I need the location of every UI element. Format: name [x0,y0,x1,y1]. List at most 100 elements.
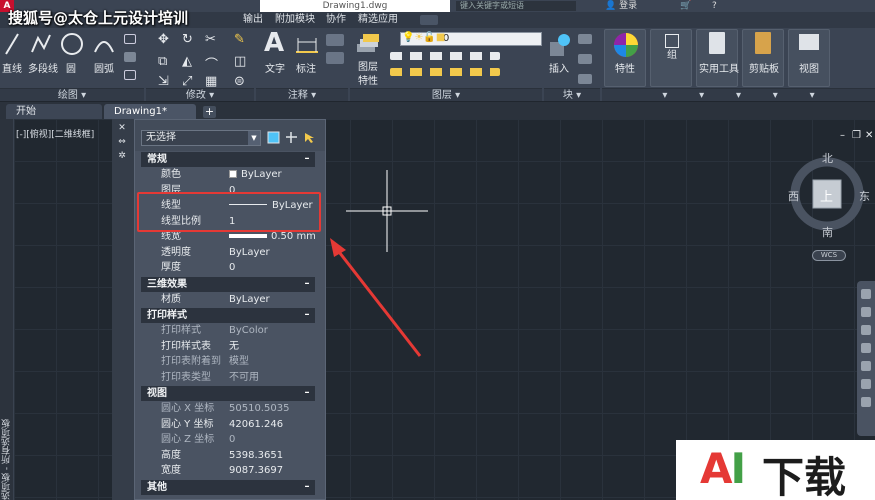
layer-properties-icon[interactable] [355,32,381,56]
section-header[interactable]: 其他 – [141,479,315,495]
toggle-pickadd-icon[interactable] [267,131,280,144]
property-row[interactable]: 打印样式 ByColor [141,323,315,339]
collapse-icon[interactable]: – [299,277,315,292]
mirror-icon[interactable]: ◭ [182,54,192,69]
insert-block-icon[interactable] [548,32,572,58]
steering-wheel-icon[interactable] [861,289,871,299]
panel-annotation-title[interactable]: 注释 ▾ [256,88,348,101]
property-row[interactable]: 高度 5398.3651 [141,448,315,464]
explode-icon[interactable]: ◫ [234,54,246,69]
compass-east[interactable]: 东 [859,188,870,204]
tab-collaborate[interactable]: 协作 [326,14,346,26]
layer-tools-icon[interactable] [390,52,500,60]
group-button[interactable]: 组 [650,29,692,87]
property-value[interactable]: 9087.3697 [229,463,315,479]
copy-icon[interactable]: ⧉ [158,54,167,69]
section-header[interactable]: 三维效果 – [141,276,315,292]
tool-palette-strip[interactable]: 工具选项板 - 所有选项板 [0,119,14,500]
property-value[interactable]: 50510.5035 [229,401,315,417]
panel-block-title[interactable]: 块 ▾ [544,88,600,101]
showmotion-icon[interactable] [861,361,871,371]
scale-icon[interactable]: ⤢ [182,74,192,89]
navigation-bar[interactable] [857,281,875,436]
collapse-icon[interactable]: – [299,386,315,401]
utilities-button[interactable]: 实用工具 [696,29,739,87]
palette-close-icon[interactable]: ✕ [116,123,128,134]
property-row[interactable]: 透明度 ByLayer [141,245,315,261]
property-row[interactable]: 圆心 Z 坐标 0 [141,432,315,448]
viewport-controls-label[interactable]: [-][俯视][二维线框] [16,127,94,140]
property-row[interactable]: 厚度 0 [141,260,315,276]
erase-icon[interactable]: ✎ [234,32,245,47]
section-header[interactable]: 打印样式 – [141,308,315,323]
property-value[interactable]: 0 [229,432,315,448]
ribbon-toggle-button[interactable] [420,15,438,25]
offset-icon[interactable]: ⊜ [234,74,245,89]
property-value[interactable]: ByLayer [229,245,315,261]
search-input[interactable]: 键入关键字或短语 [456,1,576,11]
collapse-icon[interactable]: – [299,152,315,167]
properties-button[interactable]: 特性 [604,29,646,87]
viewport-minimize-button[interactable]: – [840,130,845,141]
circle-label[interactable]: 圆 [66,60,76,75]
tab-start[interactable]: 开始 [6,104,102,119]
arc-label[interactable]: 圆弧 [94,60,114,75]
tab-output[interactable]: 输出 [243,14,263,26]
view-button[interactable]: 视图 [788,29,830,87]
dimension-label[interactable]: 标注 [296,60,316,75]
property-row[interactable]: 打印表附着到 模型 [141,354,315,370]
palette-autohide-icon[interactable]: ⇔ [116,137,128,148]
viewcube-top-face[interactable]: 上 [820,186,833,205]
polyline-icon[interactable] [30,32,52,56]
compass-north[interactable]: 北 [822,150,833,166]
nav-extra-icon[interactable] [861,379,871,389]
leader-icon[interactable] [326,52,344,64]
arc-icon[interactable] [92,32,116,56]
wcs-menu-button[interactable]: WCS [812,250,846,261]
property-row[interactable]: 圆心 Y 坐标 42061.246 [141,417,315,433]
fillet-icon[interactable]: ⌒ [205,54,218,73]
polyline-label[interactable]: 多段线 [28,60,58,75]
text-icon[interactable]: A [264,28,284,58]
edit-block-icon[interactable] [578,54,592,64]
array-icon[interactable]: ▦ [205,74,217,89]
section-header[interactable]: 视图 – [141,386,315,401]
zoom-icon[interactable] [861,325,871,335]
stretch-icon[interactable]: ⇲ [158,74,169,89]
property-row[interactable]: 打印样式表 无 [141,339,315,355]
property-value[interactable]: 模型 [229,354,315,370]
chevron-down-icon[interactable]: ▼ [248,131,260,145]
property-row[interactable]: 圆心 X 坐标 50510.5035 [141,401,315,417]
clipboard-button[interactable]: 剪贴板 [742,29,784,87]
orbit-icon[interactable] [861,343,871,353]
quick-select-icon[interactable] [303,131,316,144]
layer-label[interactable]: 图层 [358,58,378,73]
property-value[interactable]: 无 [229,339,315,355]
tab-featured-apps[interactable]: 精选应用 [358,14,398,26]
property-row[interactable]: 颜色 ByLayer [141,167,315,183]
viewport-restore-button[interactable]: ❐ [852,130,861,141]
collapse-icon[interactable]: – [299,480,315,495]
nav-more-icon[interactable] [861,397,871,407]
panel-layers-title[interactable]: 图层 ▾ [350,88,542,101]
login-button[interactable]: 👤 登录 [605,0,637,12]
property-value[interactable]: ByLayer [229,167,315,183]
property-value[interactable]: 42061.246 [229,417,315,433]
selection-dropdown[interactable]: 无选择 ▼ [141,130,261,146]
section-header[interactable]: 常规 – [141,152,315,167]
property-value[interactable]: ByLayer [229,292,315,308]
compass-south[interactable]: 南 [822,224,833,240]
circle-icon[interactable] [60,32,84,56]
line-icon[interactable] [4,32,20,56]
collapse-icon[interactable]: – [299,308,315,323]
panel-modify-title[interactable]: 修改 ▾ [146,88,254,101]
trim-icon[interactable]: ✂ [205,32,216,47]
property-value[interactable]: 5398.3651 [229,448,315,464]
layer-state-icon[interactable] [390,68,500,76]
hatch-icon[interactable] [124,52,136,62]
text-label[interactable]: 文字 [265,60,285,75]
viewport-close-button[interactable]: ✕ [865,130,873,141]
layer-match-label[interactable]: 特性 [358,72,378,87]
move-icon[interactable]: ✥ [158,32,169,47]
viewcube[interactable]: 北 南 东 西 上 [787,150,870,242]
